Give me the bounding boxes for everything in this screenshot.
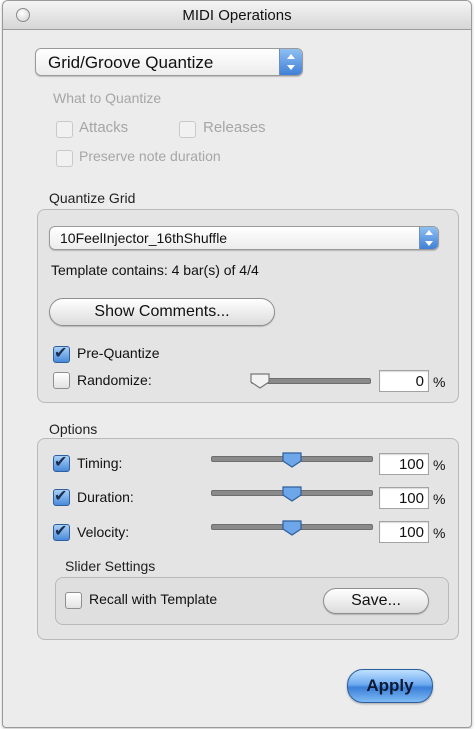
- recall-with-template-checkbox[interactable]: [65, 592, 82, 609]
- apply-button[interactable]: Apply: [347, 669, 433, 703]
- save-settings-button[interactable]: Save...: [323, 588, 429, 614]
- groove-template-popup[interactable]: 10FeelInjector_16thShuffle: [49, 226, 439, 250]
- preserve-duration-label: Preserve note duration: [79, 148, 221, 164]
- preserve-duration-checkbox[interactable]: [56, 150, 73, 167]
- template-info-text: Template contains: 4 bar(s) of 4/4: [51, 262, 259, 278]
- operation-popup[interactable]: Grid/Groove Quantize: [35, 48, 303, 76]
- randomize-percent-unit: %: [433, 374, 446, 390]
- randomize-label: Randomize:: [77, 372, 152, 388]
- randomize-checkbox[interactable]: [53, 372, 70, 389]
- attacks-label: Attacks: [79, 119, 129, 136]
- velocity-checkbox[interactable]: [53, 521, 70, 541]
- what-to-quantize-label: What to Quantize: [53, 90, 162, 106]
- timing-checkbox[interactable]: [53, 452, 70, 472]
- velocity-label: Velocity:: [77, 524, 130, 540]
- timing-slider-thumb[interactable]: [281, 451, 303, 469]
- velocity-slider-thumb[interactable]: [281, 519, 303, 537]
- timing-label: Timing:: [77, 455, 123, 471]
- duration-value-field[interactable]: 100: [379, 487, 429, 509]
- pre-quantize-label: Pre-Quantize: [77, 345, 160, 361]
- randomize-slider-thumb[interactable]: [249, 372, 271, 390]
- duration-label: Duration:: [77, 489, 134, 505]
- recall-with-template-label: Recall with Template: [89, 591, 218, 607]
- popup-arrows-icon: [419, 227, 438, 249]
- releases-label: Releases: [203, 119, 266, 136]
- options-label: Options: [49, 421, 98, 437]
- popup-arrows-icon: [279, 49, 302, 75]
- timing-percent-unit: %: [433, 457, 446, 473]
- duration-slider-thumb[interactable]: [281, 485, 303, 503]
- window-title: MIDI Operations: [182, 7, 292, 24]
- attacks-checkbox[interactable]: [56, 121, 73, 138]
- duration-percent-unit: %: [433, 491, 446, 507]
- velocity-percent-unit: %: [433, 525, 446, 541]
- duration-checkbox[interactable]: [53, 486, 70, 506]
- randomize-value-field[interactable]: 0: [379, 370, 429, 392]
- releases-checkbox[interactable]: [179, 121, 196, 138]
- pre-quantize-checkbox[interactable]: [53, 343, 70, 363]
- timing-value-field[interactable]: 100: [379, 453, 429, 475]
- groove-template-value: 10FeelInjector_16thShuffle: [60, 230, 228, 246]
- velocity-value-field[interactable]: 100: [379, 521, 429, 543]
- slider-settings-label: Slider Settings: [65, 558, 156, 574]
- quantize-grid-label: Quantize Grid: [49, 190, 136, 206]
- show-comments-button[interactable]: Show Comments...: [49, 298, 275, 326]
- title-bar[interactable]: MIDI Operations: [3, 1, 471, 30]
- operation-popup-value: Grid/Groove Quantize: [48, 53, 214, 72]
- midi-operations-window: MIDI Operations Grid/Groove Quantize Wha…: [2, 0, 472, 728]
